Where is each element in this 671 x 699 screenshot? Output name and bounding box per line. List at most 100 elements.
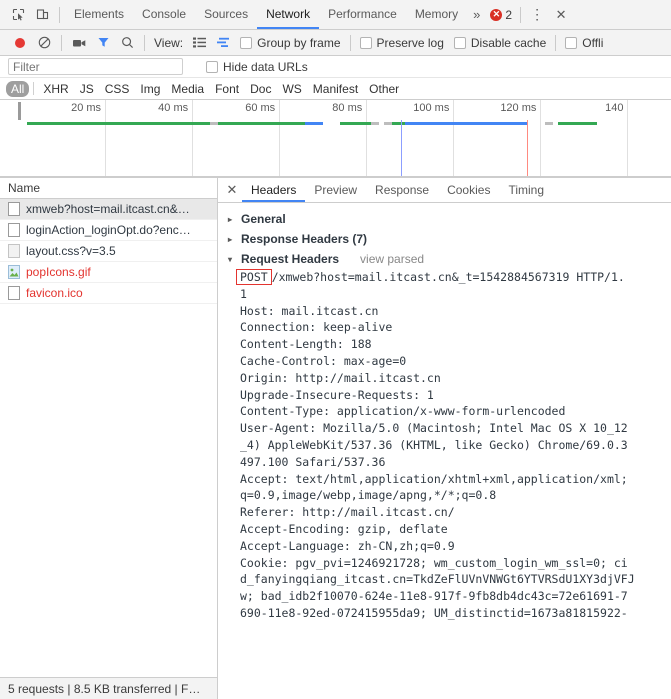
inspect-element-icon[interactable] (6, 4, 30, 26)
type-filter-all[interactable]: All (6, 80, 30, 97)
type-filter-doc[interactable]: Doc (245, 81, 276, 97)
tab-headers[interactable]: Headers (242, 178, 306, 202)
close-detail-icon[interactable]: ✕ (222, 180, 242, 200)
section-request-headers[interactable]: ▾ Request Headers view parsed (218, 249, 671, 269)
stylesheet-icon (8, 244, 20, 258)
list-view-icon[interactable] (187, 32, 211, 54)
preserve-log-checkbox[interactable]: Preserve log (355, 36, 449, 50)
overview-bar-segment (392, 122, 406, 125)
column-header-name[interactable]: Name (0, 178, 217, 199)
offline-checkbox[interactable]: Offli (560, 36, 608, 50)
toolbar-divider (59, 6, 60, 23)
overview-request-bars (18, 122, 671, 126)
chevron-right-icon: ▸ (228, 234, 233, 244)
request-detail-pane: ✕ Headers Preview Response Cookies Timin… (218, 178, 671, 699)
type-filter-xhr[interactable]: XHR (38, 81, 73, 97)
section-request-headers-title: Request Headers (241, 252, 340, 266)
waterfall-view-icon[interactable] (211, 32, 235, 54)
overview-tick-label: 20 ms (71, 102, 102, 114)
hide-data-urls-label: Hide data URLs (223, 59, 308, 74)
section-response-headers-title: Response Headers (7) (241, 232, 368, 246)
request-row[interactable]: popIcons.gif (0, 262, 217, 283)
overview-bar-segment (340, 122, 371, 125)
tab-performance[interactable]: Performance (319, 0, 406, 29)
request-row[interactable]: loginAction_loginOpt.do?enc… (0, 220, 217, 241)
overview-bar-segment (218, 122, 306, 125)
headers-body: ▸ General ▸ Response Headers (7) ▾ Reque… (218, 203, 671, 699)
toolbar-divider-2 (520, 6, 522, 23)
filter-icon[interactable] (91, 32, 115, 54)
group-by-frame-checkbox[interactable]: Group by frame (235, 36, 345, 50)
disable-cache-checkbox[interactable]: Disable cache (449, 36, 551, 50)
tab-network[interactable]: Network (257, 0, 320, 29)
request-row[interactable]: xmweb?host=mail.itcast.cn&… (0, 199, 217, 220)
tab-response[interactable]: Response (366, 178, 438, 202)
overview-gridline (366, 100, 368, 177)
checkbox-box (453, 36, 466, 49)
more-tabs-icon[interactable]: » (467, 7, 486, 22)
tab-cookies[interactable]: Cookies (438, 178, 499, 202)
header-line: Content-Type: application/x-www-form-url… (240, 404, 566, 419)
detail-tabbar: ✕ Headers Preview Response Cookies Timin… (218, 178, 671, 203)
type-filter-media[interactable]: Media (166, 81, 209, 97)
section-general[interactable]: ▸ General (218, 209, 671, 229)
error-badge[interactable]: ✕ 2 (486, 8, 516, 22)
nettoolbar-divider-1 (61, 34, 62, 51)
type-filter-css[interactable]: CSS (100, 81, 135, 97)
device-toolbar-icon[interactable] (30, 4, 54, 26)
tab-timing[interactable]: Timing (499, 178, 553, 202)
header-line: Connection: keep-alive (240, 320, 393, 335)
tab-sources[interactable]: Sources (195, 0, 257, 29)
header-line: Referer: http://mail.itcast.cn/ (240, 505, 455, 520)
type-filter-js[interactable]: JS (75, 81, 99, 97)
header-line: Origin: http://mail.itcast.cn (240, 370, 441, 385)
overview-tick-label: 40 ms (158, 102, 189, 114)
overview-bottom-border (0, 176, 671, 177)
overview-tick-label: 140 (605, 102, 624, 114)
overview-bar-segment (544, 122, 554, 125)
header-line: 1 (240, 286, 247, 301)
request-name: favicon.ico (26, 286, 83, 300)
request-row[interactable]: layout.css?v=3.5 (0, 241, 217, 262)
tab-memory[interactable]: Memory (406, 0, 467, 29)
view-parsed-link[interactable]: view parsed (360, 252, 424, 266)
header-line: w; bad_idb2f10070-624e-11e8-917f-9fb8db4… (240, 589, 628, 604)
search-input[interactable] (8, 58, 183, 75)
header-line: 497.100 Safari/537.36 (240, 454, 386, 469)
status-bar: 5 requests | 8.5 KB transferred | F… (0, 677, 217, 699)
overview-gridline (192, 100, 194, 177)
tab-console[interactable]: Console (133, 0, 195, 29)
clear-icon[interactable] (32, 32, 56, 54)
type-filter-img[interactable]: Img (135, 81, 165, 97)
close-devtools-icon[interactable]: ✕ (549, 4, 573, 26)
hide-data-urls-checkbox[interactable]: Hide data URLs (201, 60, 313, 74)
header-line: User-Agent: Mozilla/5.0 (Macintosh; Inte… (240, 421, 628, 436)
error-icon: ✕ (490, 8, 503, 21)
type-filter-ws[interactable]: WS (277, 81, 306, 97)
header-line: _4) AppleWebKit/537.36 (KHTML, like Geck… (240, 437, 628, 452)
preserve-log-label: Preserve log (376, 35, 444, 50)
overview-gridline (105, 100, 107, 177)
more-options-icon[interactable]: ⋮ (525, 4, 549, 26)
request-list-pane: Name xmweb?host=mail.itcast.cn&… loginAct… (0, 178, 218, 699)
network-toolbar: View: Group by frame Preserve log Disabl… (0, 30, 671, 56)
overview-tick-label: 100 ms (413, 102, 450, 114)
tab-preview[interactable]: Preview (305, 178, 366, 202)
type-filter-other[interactable]: Other (364, 81, 404, 97)
record-icon[interactable] (8, 32, 32, 54)
type-filter-manifest[interactable]: Manifest (308, 81, 363, 97)
network-overview-chart[interactable]: 20 ms 40 ms 60 ms 80 ms 100 ms 120 ms 140 (0, 100, 671, 178)
tab-elements[interactable]: Elements (65, 0, 133, 29)
camera-icon[interactable] (67, 32, 91, 54)
overview-bar-segment (26, 122, 210, 125)
header-line: Accept-Encoding: gzip, deflate (240, 521, 448, 536)
request-row[interactable]: favicon.ico (0, 283, 217, 304)
main-tabbar: Elements Console Sources Network Perform… (0, 0, 671, 30)
search-icon[interactable] (115, 32, 139, 54)
section-response-headers[interactable]: ▸ Response Headers (7) (218, 229, 671, 249)
request-list: xmweb?host=mail.itcast.cn&… loginAction_l… (0, 199, 217, 677)
header-line: Upgrade-Insecure-Requests: 1 (240, 387, 434, 402)
type-filter-font[interactable]: Font (210, 81, 244, 97)
checkbox-box (565, 36, 578, 49)
request-name: layout.css?v=3.5 (26, 244, 116, 258)
